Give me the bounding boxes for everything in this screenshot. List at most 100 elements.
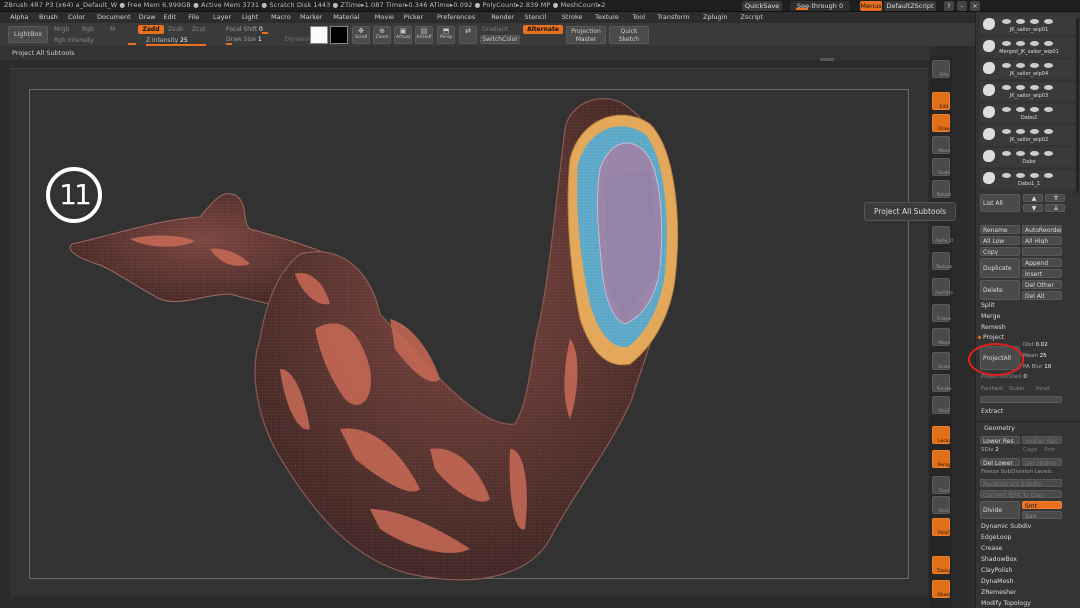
rgb-intensity-slider[interactable]: Rgb Intensity — [54, 37, 94, 44]
visibility-icon[interactable] — [1044, 107, 1053, 112]
visibility-icon[interactable] — [1044, 151, 1053, 156]
subtool-row[interactable]: JK_sailor_wip01 — [980, 16, 1078, 35]
convert-bpr-button[interactable]: Convert BPR To Geo — [980, 490, 1062, 498]
farthest-button[interactable]: Farthest — [981, 386, 1003, 392]
eye-icon[interactable] — [1002, 63, 1011, 68]
menu-item-draw[interactable]: Draw — [139, 13, 156, 21]
focal-shift-slider[interactable]: Focal Shift 0 — [226, 26, 263, 33]
shelf-button-spix[interactable]: SPix — [932, 60, 950, 78]
horizontal-scroll-handle[interactable] — [820, 58, 834, 61]
switch-icon-button[interactable]: ⇄ — [459, 26, 477, 44]
shelf-button-edit[interactable]: Edit — [932, 92, 950, 110]
menu-item-texture[interactable]: Texture — [595, 13, 619, 21]
eye-icon[interactable] — [1002, 85, 1011, 90]
shelf-button-floor[interactable]: Floor — [932, 476, 950, 494]
projection-master-button[interactable]: Projection Master — [566, 26, 606, 44]
all-high-button[interactable]: All High — [1022, 236, 1062, 245]
smt-toggle[interactable]: Smt — [1022, 501, 1062, 509]
z-intensity-slider[interactable]: Z Intensity 25 — [146, 37, 188, 44]
menu-item-color[interactable]: Color — [68, 13, 85, 21]
eye-icon[interactable] — [1002, 19, 1011, 24]
polypaint-icon[interactable] — [1030, 129, 1039, 134]
alternate-button[interactable]: Alternate — [523, 25, 563, 34]
del-other-button[interactable]: Del Other — [1022, 280, 1062, 289]
subtool-row[interactable]: Dabo1_1 — [980, 170, 1078, 189]
shelf-button-scale[interactable]: Scale — [932, 158, 950, 176]
rgb-button[interactable]: Rgb — [82, 26, 94, 33]
modify-topology-section[interactable]: Modify Topology — [981, 600, 1031, 607]
shelf-button-local[interactable]: Local — [932, 426, 950, 444]
del-higher-button[interactable]: Del Higher — [1022, 458, 1062, 466]
shelf-button-rect[interactable]: Rect — [932, 496, 950, 514]
primary-color-swatch[interactable] — [310, 26, 328, 44]
cage-button[interactable]: Cage — [1023, 447, 1037, 453]
help-icon[interactable]: ? — [944, 1, 954, 11]
list-all-button[interactable]: List All — [980, 194, 1020, 212]
menu-item-preferences[interactable]: Preferences — [437, 13, 475, 21]
rstr-button[interactable]: Rstr — [1044, 447, 1055, 453]
mrgb-button[interactable]: Mrgb — [54, 26, 69, 33]
duplicate-button[interactable]: Duplicate — [980, 258, 1020, 278]
menu-item-file[interactable]: File — [188, 13, 199, 21]
canvas[interactable]: 11 — [10, 68, 928, 596]
dynamic-button[interactable]: Dynamic — [285, 36, 311, 43]
freeze-subdiv-button[interactable]: Freeze SubDivision Levels — [981, 469, 1052, 475]
move-top-button[interactable]: ⇈ — [1045, 194, 1065, 202]
secondary-color-swatch[interactable] — [330, 26, 348, 44]
subtool-row[interactable]: JK_sailor_wip03 — [980, 82, 1078, 101]
menu-item-render[interactable]: Render — [491, 13, 514, 21]
reconstruct-subdiv-button[interactable]: Reconstruct Subdiv — [980, 479, 1062, 487]
zremesher-section[interactable]: ZRemesher — [981, 589, 1016, 596]
higher-res-button[interactable]: Higher Res — [1022, 436, 1062, 444]
polypaint-icon[interactable] — [1030, 85, 1039, 90]
persp-button[interactable]: ⬒ Persp — [437, 26, 455, 44]
menu-item-document[interactable]: Document — [97, 13, 131, 21]
shelf-button-persp[interactable]: Persp — [932, 450, 950, 468]
paste-button[interactable] — [1022, 247, 1062, 256]
shadowbox-section[interactable]: ShadowBox — [981, 556, 1017, 563]
shelf-button-texture[interactable]: Texture — [932, 252, 952, 270]
scroll-button[interactable]: ✥ Scroll — [352, 26, 370, 44]
extract-section[interactable]: Extract — [981, 408, 1003, 415]
brush-icon[interactable] — [1016, 63, 1025, 68]
crease-section[interactable]: Crease — [981, 545, 1002, 552]
brush-icon[interactable] — [1016, 151, 1025, 156]
subtool-row[interactable]: JK_sailor_wip04 — [980, 60, 1078, 79]
shelf-button-move[interactable]: Move — [932, 136, 950, 154]
del-all-button[interactable]: Del All — [1022, 291, 1062, 300]
suv-toggle[interactable]: Suv — [1022, 511, 1062, 519]
menu-item-alpha[interactable]: Alpha — [10, 13, 28, 21]
brush-icon[interactable] — [1016, 41, 1025, 46]
menu-item-stencil[interactable]: Stencil — [524, 13, 546, 21]
shelf-button-fastsha[interactable]: FastSha — [932, 278, 953, 296]
minimize-icon[interactable]: – — [957, 1, 967, 11]
eye-icon[interactable] — [1002, 41, 1011, 46]
copy-button[interactable]: Copy — [980, 247, 1020, 256]
remesh-section[interactable]: Remesh — [981, 324, 1006, 331]
zsub-button[interactable]: Zsub — [168, 26, 183, 33]
quicksave-button[interactable]: QuickSave — [742, 1, 782, 11]
menu-item-layer[interactable]: Layer — [213, 13, 231, 21]
lightbox-button[interactable]: LightBox — [8, 26, 48, 43]
shelf-button-polyf[interactable]: PolyF — [932, 396, 950, 414]
rename-button[interactable]: Rename — [980, 225, 1020, 234]
dist-slider[interactable]: Dist 0.02 — [1023, 342, 1048, 348]
all-low-button[interactable]: All Low — [980, 236, 1020, 245]
subtool-row[interactable]: Dabo2 — [980, 104, 1078, 123]
switchcolor-button[interactable]: SwitchColor — [480, 35, 520, 44]
close-icon[interactable]: × — [970, 1, 980, 11]
visibility-icon[interactable] — [1044, 19, 1053, 24]
shelf-button-frame[interactable]: Frame — [932, 304, 951, 322]
shelf-button-ghost[interactable]: Ghost — [932, 580, 951, 598]
insert-button[interactable]: Insert — [1022, 269, 1062, 278]
menu-item-transform[interactable]: Transform — [657, 13, 689, 21]
polypaint-icon[interactable] — [1030, 19, 1039, 24]
aahalf-button[interactable]: ▤ AAHalf — [415, 26, 433, 44]
eye-icon[interactable] — [1002, 107, 1011, 112]
eye-icon[interactable] — [1002, 151, 1011, 156]
move-down-button[interactable]: ▼ — [1023, 204, 1043, 212]
visibility-icon[interactable] — [1044, 129, 1053, 134]
m-button[interactable]: M — [110, 26, 115, 33]
visibility-icon[interactable] — [1044, 41, 1053, 46]
dynamic-subdiv-section[interactable]: Dynamic Subdiv — [981, 523, 1031, 530]
